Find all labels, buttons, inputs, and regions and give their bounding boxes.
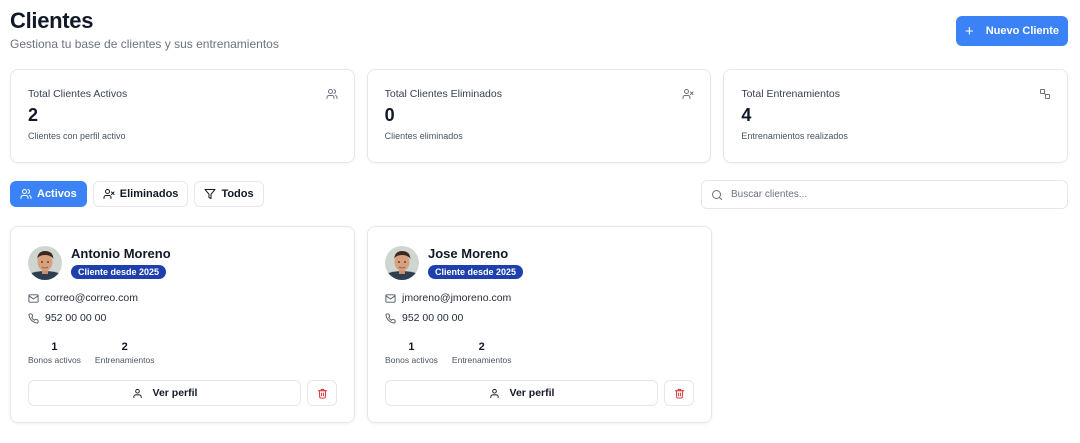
dumbbell-icon [1040,89,1051,99]
filter-all-label: Todos [221,188,254,200]
client-card: Jose Moreno Cliente desde 2025 jmoreno@j… [367,226,712,423]
trainings-count-value: 2 [478,341,485,353]
mail-icon [385,293,396,303]
client-card: Antonio Moreno Cliente desde 2025 correo… [10,226,355,423]
stat-label: Total Entrenamientos [741,88,840,100]
client-phone: 952 00 00 00 [385,312,694,324]
client-phone: 952 00 00 00 [28,312,337,324]
bonos-count-value: 1 [408,341,415,353]
trash-icon [674,388,684,399]
search-icon [712,189,722,200]
stats-row: Total Clientes Activos 2 Clientes con pe… [10,69,1069,163]
client-name: Jose Moreno [428,246,509,261]
bonos-count-value: 1 [51,341,58,353]
client-phone-text: 952 00 00 00 [402,312,464,324]
mail-icon [28,293,39,303]
stat-value: 4 [741,105,752,125]
bonos-count-label: Bonos activos [385,355,438,365]
client-email-text: jmoreno@jmoreno.com [402,292,512,304]
client-name: Antonio Moreno [71,246,171,261]
filter-deleted-button[interactable]: Eliminados [92,181,189,207]
user-x-icon [103,189,115,199]
view-profile-label: Ver perfil [152,387,198,399]
filter-deleted-label: Eliminados [119,188,179,200]
search-box [701,180,1068,209]
stat-desc: Entrenamientos realizados [741,131,848,141]
filter-all-button[interactable]: Todos [194,181,264,207]
page-header: Clientes Gestiona tu base de clientes y … [10,8,279,51]
delete-client-button[interactable] [307,380,337,406]
user-icon [132,388,142,398]
user-icon [489,388,499,398]
trainings-count-label: Entrenamientos [451,355,512,365]
user-x-icon [682,89,694,99]
stat-label: Total Clientes Eliminados [384,88,502,100]
bonos-count: 1 Bonos activos [28,341,81,365]
stat-card-trainings: Total Entrenamientos 4 Entrenamientos re… [723,69,1069,163]
filter-active-label: Activos [37,188,77,200]
client-email: correo@correo.com [28,292,337,304]
client-counts: 1 Bonos activos 2 Entrenamientos [28,341,337,365]
stat-value: 0 [384,105,395,125]
view-profile-button[interactable]: Ver perfil [28,380,301,406]
bonos-count-label: Bonos activos [28,355,81,365]
users-icon [20,189,32,199]
page-subtitle: Gestiona tu base de clientes y sus entre… [10,37,279,51]
users-icon [326,89,338,99]
new-client-label: Nuevo Cliente [985,25,1060,37]
trainings-count: 2 Entrenamientos [452,341,512,365]
stat-label: Total Clientes Activos [28,88,128,100]
trainings-count-value: 2 [121,341,128,353]
trainings-count-label: Entrenamientos [94,355,155,365]
trainings-count: 2 Entrenamientos [95,341,155,365]
stat-value: 2 [28,105,39,125]
client-phone-text: 952 00 00 00 [45,312,107,324]
phone-icon [28,312,39,324]
filter-icon [204,189,216,199]
stat-card-deleted-clients: Total Clientes Eliminados 0 Clientes eli… [366,69,712,163]
view-profile-label: Ver perfil [509,387,555,399]
stat-desc: Clientes con perfil activo [28,131,126,141]
avatar [385,246,419,280]
phone-icon [385,312,396,324]
client-email-text: correo@correo.com [45,292,138,304]
filter-active-button[interactable]: Activos [10,181,87,207]
search-input[interactable] [731,189,1051,200]
new-client-button[interactable]: + Nuevo Cliente [956,16,1068,46]
filter-tabs: Activos Eliminados Todos [10,181,264,207]
plus-icon: + [964,22,974,40]
stat-desc: Clientes eliminados [384,131,463,141]
avatar [28,246,62,280]
bonos-count: 1 Bonos activos [385,341,438,365]
client-email: jmoreno@jmoreno.com [385,292,694,304]
stat-card-active-clients: Total Clientes Activos 2 Clientes con pe… [10,69,355,163]
client-list: Antonio Moreno Cliente desde 2025 correo… [10,226,712,423]
page-title: Clientes [10,8,94,33]
delete-client-button[interactable] [664,380,694,406]
client-since-badge: Cliente desde 2025 [428,265,524,279]
client-counts: 1 Bonos activos 2 Entrenamientos [385,341,694,365]
trash-icon [317,388,327,399]
client-since-badge: Cliente desde 2025 [71,265,167,279]
view-profile-button[interactable]: Ver perfil [385,380,658,406]
